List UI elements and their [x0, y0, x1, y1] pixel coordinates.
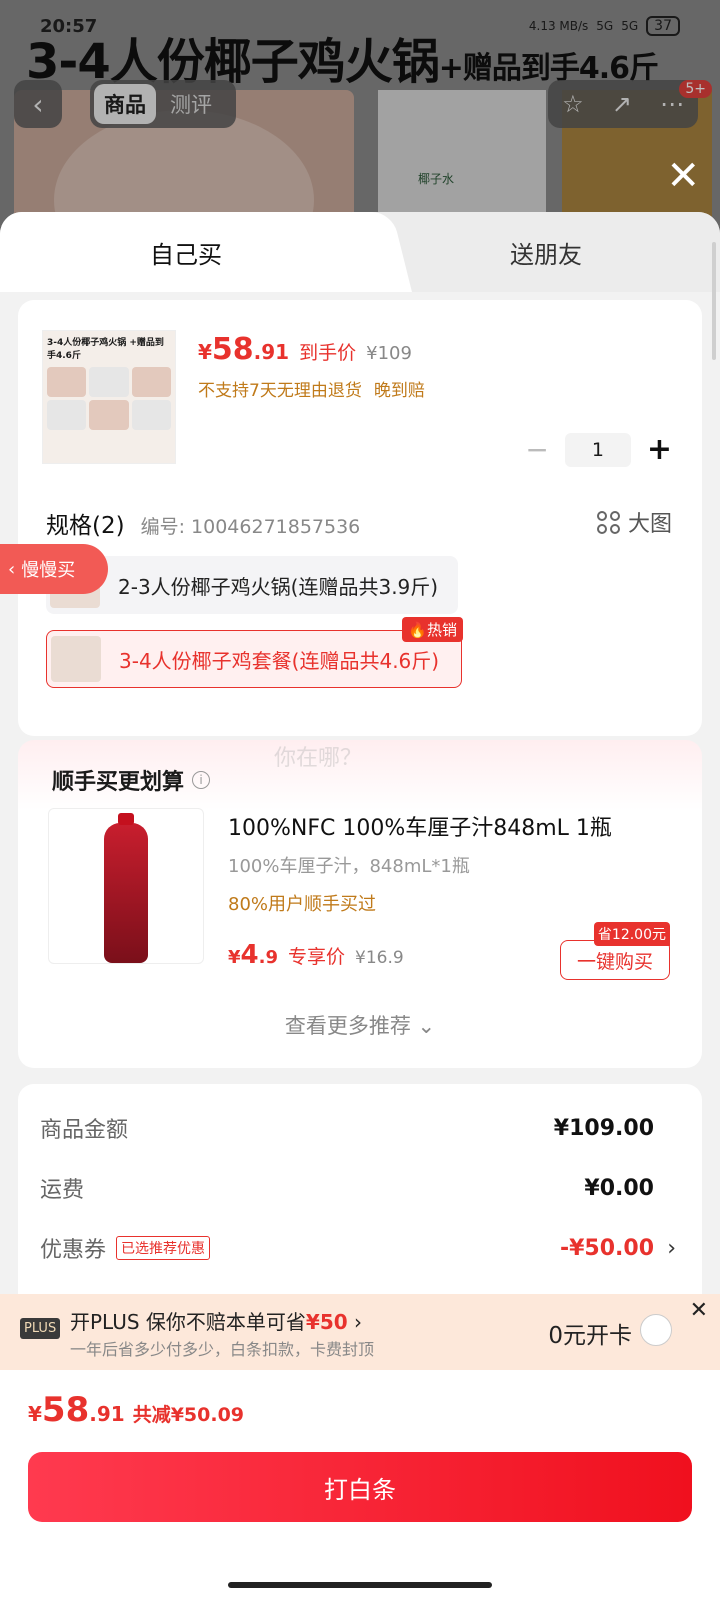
chevron-left-icon: ‹ [8, 558, 16, 580]
total-price: ¥58.91 [28, 1390, 125, 1430]
juice-image[interactable] [48, 808, 204, 964]
goods-amount-row: 商品金额 ¥109.00 [40, 1115, 654, 1144]
plus-subtitle: 一年后省多少付多少，白条扣款，卡费封顶 [70, 1340, 375, 1359]
info-icon[interactable]: i [192, 771, 211, 789]
bottle-image [104, 813, 148, 963]
big-image-button[interactable]: 大图 [596, 506, 672, 538]
addon-item-title[interactable]: 100%NFC 100%车厘子汁848mL 1瓶 [228, 810, 612, 842]
spec-header: 规格(2) 编号: 10046271857536 [46, 506, 360, 540]
pay-button[interactable]: 打白条 [28, 1452, 692, 1522]
home-indicator[interactable] [228, 1582, 492, 1588]
price-row: ¥58.91 到手价 ¥109 [198, 332, 412, 367]
ghost-text: 你在哪？ [274, 746, 363, 771]
late-pay: 晚到赔 [373, 381, 425, 401]
product-thumbnail: 3-4人份椰子鸡火锅 +赠品到手4.6斤 [42, 330, 176, 464]
goods-amount: ¥109.00 [553, 1115, 654, 1141]
addon-item-users: 80%用户顺手买过 [228, 894, 377, 915]
original-price: ¥109 [366, 343, 412, 364]
purchase-sheet: 自己买 送朋友 3-4人份椰子鸡火锅 +赠品到手4.6斤 ¥58.91 到手价 … [0, 212, 720, 1600]
more-recommend-link[interactable]: 查看更多推荐 ⌄ [18, 1010, 702, 1040]
product-page-background: 椰子水 3-4人份椰子鸡火锅+赠品到手4.6斤 20:57 4.13 MB/s … [0, 0, 720, 240]
tab-buy-self[interactable]: 自己买 [0, 212, 372, 292]
scrollbar[interactable] [712, 242, 716, 360]
flame-icon: 🔥 [408, 621, 427, 639]
final-price: ¥58.91 [198, 332, 290, 367]
plus-icon[interactable]: + [647, 432, 672, 467]
hot-badge: 🔥热销 [402, 617, 463, 642]
plus-title: 开PLUS 保你不赔本单可省¥50 › [70, 1310, 363, 1334]
addon-original-price: ¥16.9 [355, 948, 404, 968]
plus-open-label: 0元开卡 [548, 1323, 632, 1349]
spec-option-selected[interactable]: 3-4人份椰子鸡套餐(连赠品共4.6斤) 🔥热销 [46, 617, 463, 688]
close-icon[interactable]: ✕ [666, 156, 700, 196]
coupon-amount: -¥50.00 [559, 1235, 654, 1261]
slow-buy-button[interactable]: ‹ 慢慢买 [0, 544, 108, 594]
addon-price-row: ¥4.9 专享价 ¥16.9 [228, 940, 404, 970]
close-icon[interactable]: ✕ [690, 1298, 708, 1323]
tab-gift-friend[interactable]: 送朋友 [372, 212, 720, 292]
return-note: 不支持7天无理由退货 晚到赔 [198, 376, 425, 401]
spec-title: 规格(2) [46, 513, 125, 539]
total-discount: 共减¥50.09 [132, 1404, 245, 1426]
chevron-right-icon[interactable]: › [667, 1236, 676, 1261]
price-tag: 到手价 [299, 342, 357, 364]
coupon-row[interactable]: 优惠券 已选推荐优惠 -¥50.00 [40, 1232, 654, 1264]
addon-price-tag: 专享价 [288, 946, 346, 968]
quantity-stepper: − 1 + [525, 432, 672, 467]
option-thumbnail [51, 636, 101, 682]
checkout-footer: ¥58.91 共减¥50.09 打白条 [0, 1370, 720, 1600]
quantity-input[interactable]: 1 [564, 432, 631, 467]
product-card: 3-4人份椰子鸡火锅 +赠品到手4.6斤 ¥58.91 到手价 ¥109 不支持… [18, 300, 702, 736]
shipping-row: 运费 ¥0.00 [40, 1175, 654, 1204]
spec-option[interactable]: 2-3人份椰子鸡火锅(连赠品共3.9斤) [46, 556, 458, 614]
addon-item-spec: 100%车厘子汁，848mL*1瓶 [228, 856, 470, 877]
plus-promo-bar[interactable]: PLUS 开PLUS 保你不赔本单可省¥50 › 一年后省多少付多少，白条扣款，… [0, 1294, 720, 1370]
addon-card: 你在哪？ 顺手买更划算 i 100%NFC 100%车厘子汁848mL 1瓶 1… [18, 740, 702, 1068]
shipping-amount: ¥0.00 [584, 1175, 654, 1201]
total-row: ¥58.91 共减¥50.09 [28, 1390, 244, 1430]
coupon-tag: 已选推荐优惠 [116, 1236, 211, 1260]
plus-badge: PLUS [20, 1318, 61, 1339]
dim-overlay[interactable] [0, 0, 720, 240]
spec-code: 编号: 10046271857536 [140, 516, 361, 538]
addon-title: 顺手买更划算 i [52, 764, 211, 796]
buy-mode-tabs: 自己买 送朋友 [0, 212, 720, 292]
addon-price: ¥4.9 [228, 940, 278, 970]
grid-icon [596, 510, 620, 534]
one-click-buy-button[interactable]: 一键购买 [560, 940, 670, 980]
minus-icon[interactable]: − [525, 433, 548, 466]
chevron-down-icon: ⌄ [417, 1014, 436, 1038]
plus-radio[interactable] [640, 1314, 672, 1346]
